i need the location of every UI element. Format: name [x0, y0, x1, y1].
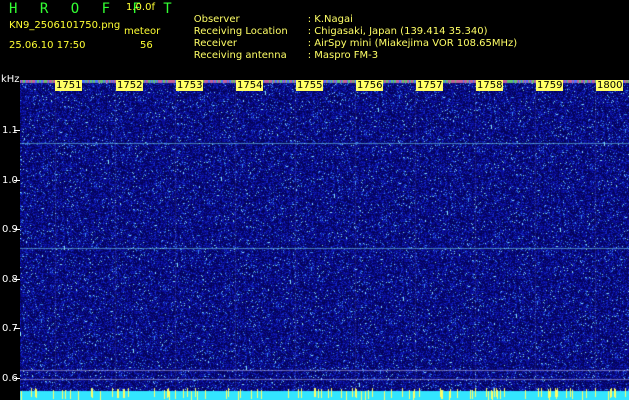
info-key: Receiving antenna [193, 50, 287, 61]
y-tick-mark [14, 378, 20, 379]
y-axis-unit: kHz [1, 74, 20, 85]
x-tick-label: 1755 [296, 80, 324, 91]
x-tick-label: 1753 [176, 80, 204, 91]
spectrogram-waterfall [20, 80, 629, 400]
x-tick-label: 1752 [116, 80, 144, 91]
y-tick-mark [14, 328, 20, 329]
info-row-antenna: Receiving antenna : Maspro FM-3 [181, 39, 378, 72]
spectrogram-canvas [20, 80, 629, 400]
app-version: 1.0.0f [126, 2, 155, 13]
y-tick-mark [14, 279, 20, 280]
y-tick-mark [14, 130, 20, 131]
date-time: 25.06.10 17:50 [9, 40, 86, 51]
meteor-count: 56 [140, 40, 153, 51]
info-value: : Maspro FM-3 [307, 50, 379, 61]
meteor-label: meteor [124, 26, 161, 37]
header-panel: H R O F F T 1.0.0f KN9_2506101750.png 25… [0, 0, 629, 78]
x-tick-label: 1759 [536, 80, 564, 91]
x-tick-label: 1758 [476, 80, 504, 91]
x-tick-label: 1754 [236, 80, 264, 91]
x-tick-label: 1757 [416, 80, 444, 91]
x-tick-label: 1751 [55, 80, 83, 91]
x-tick-label: 1800 [596, 80, 624, 91]
x-tick-label: 1756 [356, 80, 384, 91]
y-tick-mark [14, 229, 20, 230]
y-tick-mark [14, 180, 20, 181]
file-name: KN9_2506101750.png [9, 20, 121, 31]
